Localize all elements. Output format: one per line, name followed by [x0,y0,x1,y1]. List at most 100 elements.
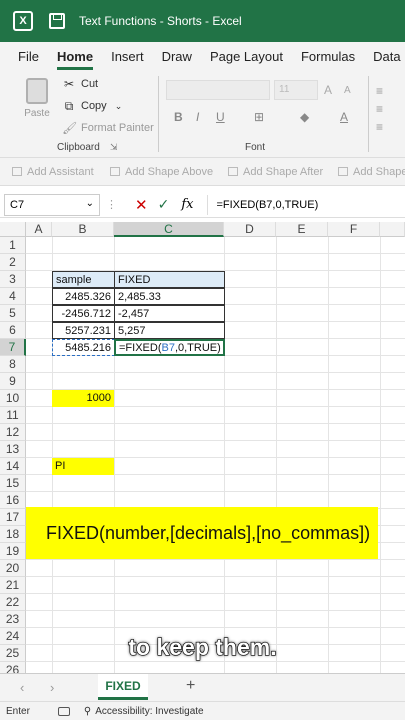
cell-b14[interactable]: PI [52,458,114,475]
italic-button[interactable]: I [196,110,199,124]
chevron-down-icon[interactable]: ⌄ [115,101,123,112]
insert-function-icon[interactable]: fx [181,197,193,212]
tab-home[interactable]: Home [56,49,94,70]
row-header-23[interactable]: 23 [0,611,26,628]
cell-b3[interactable]: sample [52,271,115,288]
cell-c7[interactable]: =FIXED(B7,0,TRUE) [114,339,225,356]
accessibility-status[interactable]: ⚲ Accessibility: Investigate [84,706,204,717]
tab-draw[interactable]: Draw [162,49,192,64]
borders-icon[interactable]: ⊞ [254,110,264,124]
column-header-c[interactable]: C [114,222,224,237]
row-header-8[interactable]: 8 [0,356,26,373]
formula-text: =FIXED( [119,342,162,354]
column-header-a[interactable]: A [26,222,52,237]
row-header-17[interactable]: 17 [0,509,26,526]
cell-b4[interactable]: 2485.326 [52,288,115,305]
tab-insert[interactable]: Insert [111,49,144,64]
dialog-launcher-icon[interactable]: ⇲ [110,142,118,153]
row-header-13[interactable]: 13 [0,441,26,458]
add-shape-after-button[interactable]: Add Shape After [228,166,323,178]
cell-c3[interactable]: FIXED [114,271,225,288]
row-header-6[interactable]: 6 [0,322,26,339]
alignment-icons[interactable]: ≡ ≡ ≡ [376,82,383,136]
row-header-1[interactable]: 1 [0,237,26,254]
row-header-10[interactable]: 10 [0,390,26,407]
fill-color-icon[interactable]: ◆ [300,110,309,124]
row-header-18[interactable]: 18 [0,526,26,543]
column-header-d[interactable]: D [224,222,276,237]
row-header-4[interactable]: 4 [0,288,26,305]
more-options-icon[interactable]: ⋮ [106,198,117,211]
chevron-down-icon[interactable]: ⌄ [86,198,94,209]
column-header-e[interactable]: E [276,222,328,237]
cell-b7[interactable]: 5485.216 [52,339,115,356]
add-shape-button[interactable]: Add Shape [338,166,405,178]
row-header-15[interactable]: 15 [0,475,26,492]
enter-icon[interactable]: ✓ [158,196,170,213]
cell-c6[interactable]: 5,257 [114,322,225,339]
paste-button[interactable]: Paste [22,78,52,126]
font-size-box[interactable]: 11 [274,80,318,100]
bold-button[interactable]: B [174,110,183,124]
tab-data[interactable]: Data [373,49,400,64]
tab-page-layout[interactable]: Page Layout [210,49,283,64]
row-header-2[interactable]: 2 [0,254,26,271]
sheet-tab-fixed[interactable]: FIXED [98,674,148,700]
ribbon-tabs: File Home Insert Draw Page Layout Formul… [0,42,405,70]
formula-reference: B7 [161,342,175,354]
column-header-g[interactable] [380,222,405,237]
select-all-corner[interactable] [0,222,26,237]
cancel-icon[interactable]: ✕ [135,196,148,214]
underline-button[interactable]: U [216,110,225,124]
prev-sheet-icon[interactable]: ‹ [20,680,24,695]
cell-c5[interactable]: -2,457 [114,305,225,322]
row-header-7[interactable]: 7 [0,339,26,356]
paste-label: Paste [24,108,50,119]
add-shape-above-button[interactable]: Add Shape Above [110,166,213,178]
row-header-26[interactable]: 26 [0,662,26,673]
column-header-f[interactable]: F [328,222,380,237]
row-header-3[interactable]: 3 [0,271,26,288]
cut-button[interactable]: ✂ Cut [62,76,98,92]
row-header-12[interactable]: 12 [0,424,26,441]
next-sheet-icon[interactable]: › [50,680,54,695]
copy-icon: ⧉ [64,98,74,113]
decrease-font-icon[interactable]: A [344,85,351,96]
gridline [26,440,405,441]
gridline [26,576,405,577]
row-header-11[interactable]: 11 [0,407,26,424]
excel-app-icon: X [13,11,33,31]
row-header-20[interactable]: 20 [0,560,26,577]
row-header-22[interactable]: 22 [0,594,26,611]
cell-b10[interactable]: 1000 [52,390,114,407]
gridline [380,237,381,673]
row-header-14[interactable]: 14 [0,458,26,475]
worksheet-grid[interactable]: A B C D E F 1 2 3 4 5 6 7 8 9 10 11 12 13 14 15 16 17 18 1… [0,222,405,673]
add-sheet-icon[interactable]: + [186,677,195,695]
row-header-16[interactable]: 16 [0,492,26,509]
gridline [26,661,405,662]
save-icon[interactable] [49,13,65,29]
tab-formulas[interactable]: Formulas [301,49,355,64]
row-header-19[interactable]: 19 [0,543,26,560]
accessibility-label: Accessibility: Investigate [95,705,204,717]
font-color-icon[interactable]: A [340,110,348,124]
font-name-box[interactable] [166,80,270,100]
macro-recording-icon[interactable] [57,706,70,716]
name-box[interactable]: C7 ⌄ [4,193,100,216]
add-assistant-button[interactable]: Add Assistant [12,166,94,178]
row-header-5[interactable]: 5 [0,305,26,322]
column-header-b[interactable]: B [52,222,114,237]
row-header-9[interactable]: 9 [0,373,26,390]
format-painter-button[interactable]: 🖌 Format Painter [62,120,154,136]
cell-b6[interactable]: 5257.231 [52,322,115,339]
copy-button[interactable]: ⧉ Copy ⌄ [62,98,123,114]
row-header-21[interactable]: 21 [0,577,26,594]
tab-file[interactable]: File [18,49,39,64]
copy-label: Copy [81,100,107,112]
formula-input[interactable]: =FIXED(B7,0,TRUE) [207,194,318,215]
formula-text: ,0,TRUE) [174,342,221,354]
increase-font-icon[interactable]: A [324,83,332,97]
cell-b5[interactable]: -2456.712 [52,305,115,322]
cell-c4[interactable]: 2,485.33 [114,288,225,305]
